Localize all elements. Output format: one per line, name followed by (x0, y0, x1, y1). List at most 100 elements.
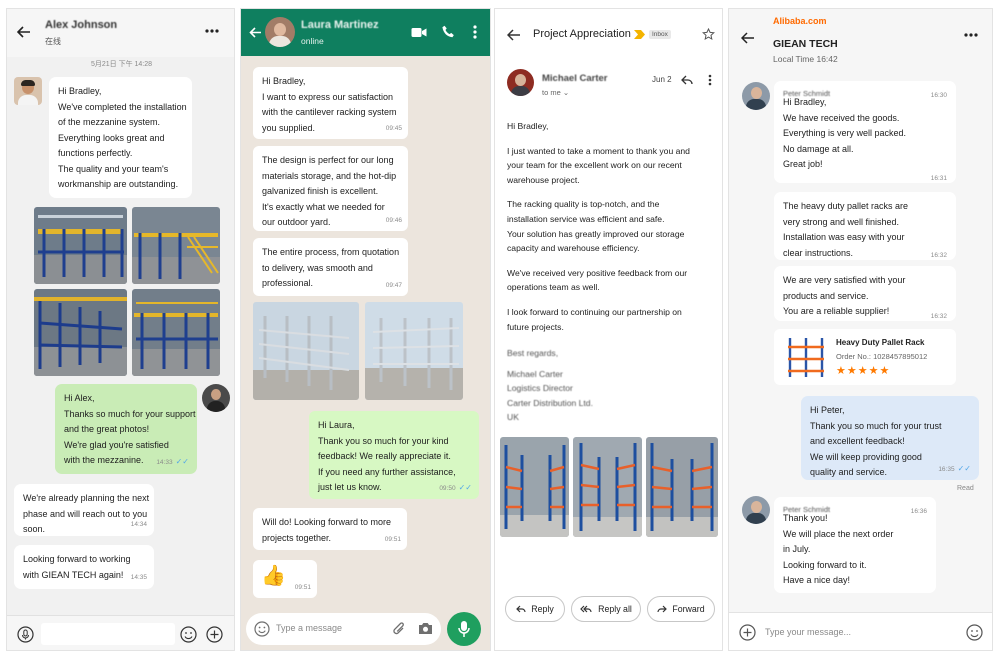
message-time: 16:35 ✓✓ (938, 463, 971, 473)
read-ticks-icon: ✓✓ (175, 456, 189, 466)
message-bubble: Hi Bradley, We've completed the installa… (49, 77, 192, 198)
mezzanine-photo-3[interactable] (34, 289, 127, 376)
add-icon[interactable] (739, 624, 756, 641)
message-bubble-outgoing: Hi Laura, Thank you so much for your kin… (309, 411, 479, 499)
message-time: 16:32 (930, 312, 947, 320)
alibaba-logo: Alibaba.com (773, 16, 827, 26)
alibaba-chat-panel: Alibaba.com GIEAN TECH Local Time 16:42 … (728, 8, 993, 651)
attachment-icon[interactable] (392, 621, 406, 637)
sender-name: Peter Schmidt (783, 89, 831, 98)
warehouse-photo-1[interactable] (500, 437, 569, 537)
read-ticks-icon: ✓✓ (957, 463, 971, 473)
reply-button[interactable]: Reply (505, 596, 565, 622)
contact-name: Laura Martinez (301, 19, 379, 31)
voice-record-button[interactable] (447, 612, 481, 646)
message-bubble: The design is perfect for our long mater… (253, 146, 408, 231)
message-bubble: We are very satisfied with your products… (774, 266, 956, 321)
email-signature: Best regards, Michael Carter Logistics D… (507, 348, 593, 423)
message-time: 09:50 ✓✓ (439, 482, 472, 492)
message-time: 14:34 (130, 520, 147, 528)
message-time: 09:47 (385, 281, 402, 289)
inbox-label-badge[interactable]: Inbox (649, 30, 671, 39)
emoji-icon[interactable] (180, 626, 197, 643)
thumbs-up-emoji: 👍 (261, 565, 286, 587)
input-bar: Type your message... (729, 612, 992, 650)
message-bubble-outgoing: Hi Peter, Thank you so much for your tru… (801, 396, 979, 480)
message-time: 16:30 (930, 92, 947, 99)
forward-icon (657, 605, 668, 614)
mezzanine-photo-4[interactable] (132, 289, 220, 376)
back-arrow-icon[interactable] (249, 27, 262, 38)
more-options-icon[interactable] (708, 74, 712, 86)
back-arrow-icon[interactable] (507, 29, 521, 41)
company-name: GIEAN TECH (773, 38, 838, 50)
contact-name: Alex Johnson (45, 19, 118, 31)
message-time: 09:51 (294, 583, 311, 591)
order-number: Order No.: 1028457895012 (836, 352, 928, 361)
cantilever-rack-photo-2[interactable] (365, 302, 463, 400)
own-avatar (202, 384, 230, 412)
email-date: Jun 2 (652, 75, 672, 84)
reply-all-button[interactable]: Reply all (571, 596, 641, 622)
message-time: 16:31 (930, 174, 947, 182)
video-call-icon[interactable] (411, 27, 427, 38)
sender-avatar[interactable] (507, 69, 534, 96)
more-options-icon[interactable] (205, 29, 219, 33)
mezzanine-photo-2[interactable] (132, 207, 220, 284)
microphone-icon (458, 620, 470, 638)
contact-status: 在线 (45, 37, 61, 46)
message-time: 14:33 ✓✓ (156, 456, 189, 466)
sender-name: Michael Carter (542, 73, 608, 84)
date-divider: 5月21日 下午 14:28 (90, 61, 153, 68)
message-bubble: The entire process, from quotation to de… (253, 238, 408, 296)
warehouse-photo-2[interactable] (573, 437, 642, 537)
message-time: 09:51 (384, 535, 401, 543)
emoji-icon[interactable] (254, 621, 270, 637)
message-bubble: Hi Bradley, I want to express our satisf… (253, 67, 408, 139)
phone-call-icon[interactable] (442, 25, 455, 38)
chat-header: Laura Martinez online (241, 9, 490, 56)
chat-header: Alex Johnson 在线 (7, 9, 234, 57)
wechat-chat-panel: Alex Johnson 在线 5月21日 下午 14:28 Hi Bradle… (6, 8, 235, 651)
star-outline-icon[interactable] (702, 28, 715, 41)
message-time: 09:45 (385, 124, 402, 132)
message-input[interactable]: Type a message (246, 613, 441, 645)
cantilever-rack-photo-1[interactable] (253, 302, 359, 400)
warehouse-photo-3[interactable] (646, 437, 718, 537)
message-time: 09:46 (385, 216, 402, 224)
recipient-line[interactable]: to me ⌄ (542, 88, 569, 97)
whatsapp-chat-panel: Laura Martinez online Hi Bradley, I want… (240, 8, 491, 651)
camera-icon[interactable] (418, 622, 433, 635)
contact-avatar[interactable] (265, 17, 295, 47)
email-body: Hi Bradley, I just wanted to take a mome… (507, 121, 690, 332)
message-bubble: Looking forward to working with GIEAN TE… (14, 545, 154, 589)
product-name: Heavy Duty Pallet Rack (836, 338, 925, 347)
reply-icon[interactable] (681, 75, 693, 85)
message-time: 16:32 (930, 251, 947, 259)
contact-avatar (742, 496, 770, 524)
message-input[interactable]: Type your message... (765, 627, 851, 637)
input-bar (7, 615, 234, 650)
more-options-icon[interactable] (964, 33, 978, 37)
message-bubble: The heavy duty pallet racks are very str… (774, 192, 956, 260)
message-input[interactable] (41, 623, 175, 645)
message-bubble: Peter Schmidt 16:30 Hi Bradley, We have … (774, 81, 956, 183)
more-options-icon[interactable] (473, 25, 477, 39)
emoji-icon[interactable] (966, 624, 983, 641)
product-thumbnail (784, 335, 828, 379)
voice-icon[interactable] (17, 626, 34, 643)
add-icon[interactable] (206, 626, 223, 643)
reply-icon (516, 605, 526, 614)
sender-name: Peter Schmidt (783, 505, 831, 514)
forward-button[interactable]: Forward (647, 596, 715, 622)
back-arrow-icon[interactable] (17, 26, 31, 38)
mezzanine-photo-1[interactable] (34, 207, 127, 284)
star-rating: ★★★★★ (836, 365, 891, 377)
product-card[interactable]: Heavy Duty Pallet Rack Order No.: 102845… (774, 329, 956, 385)
local-time: Local Time 16:42 (773, 54, 838, 64)
back-arrow-icon[interactable] (741, 32, 755, 44)
email-subject: Project Appreciation (533, 28, 631, 40)
email-panel: Project Appreciation Inbox Michael Carte… (494, 8, 723, 651)
contact-status: online (301, 36, 324, 46)
important-marker-icon[interactable] (634, 30, 645, 39)
